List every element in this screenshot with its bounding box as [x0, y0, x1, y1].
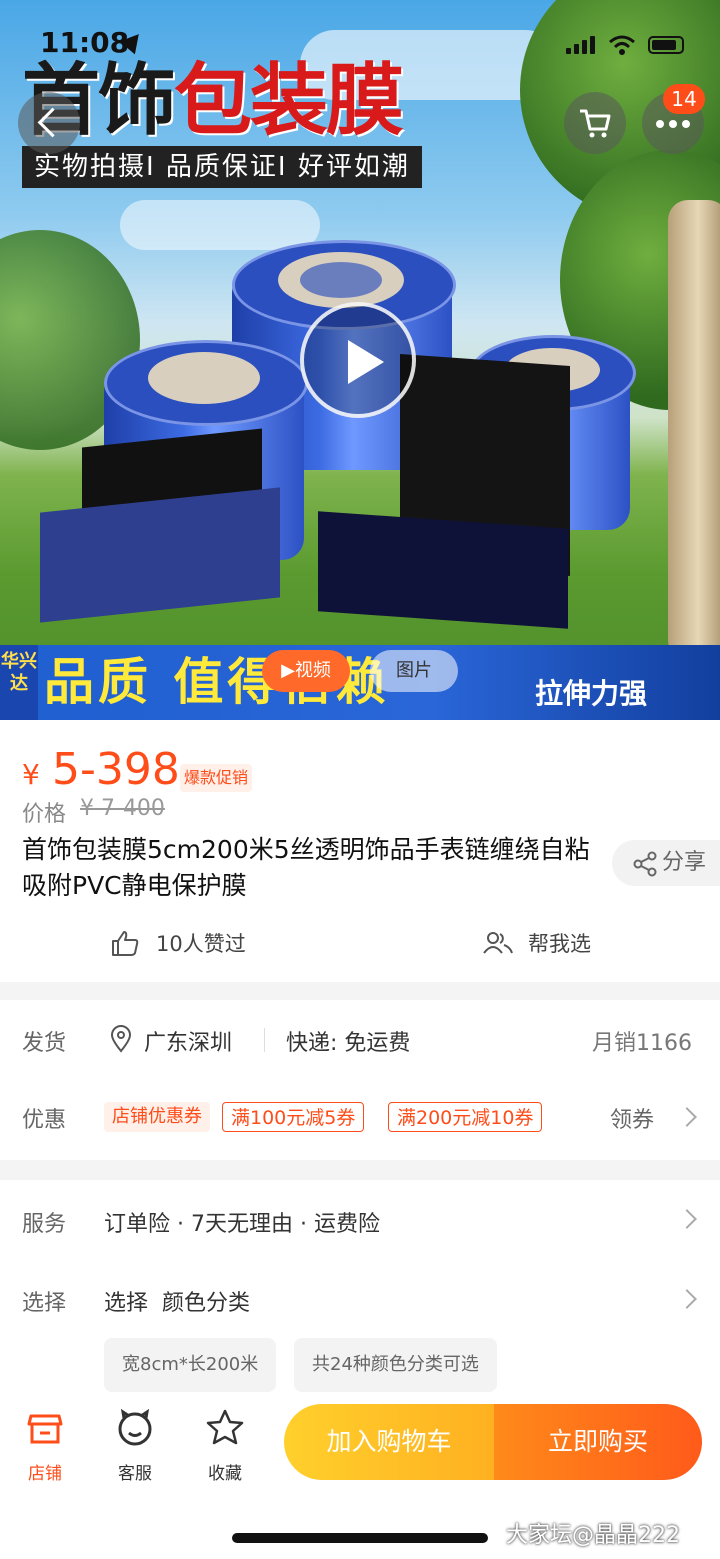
image-tab[interactable]: 图片	[370, 650, 458, 692]
share-button[interactable]: 分享	[612, 840, 720, 886]
jewelry-box-base	[40, 487, 280, 623]
more-dots-icon	[656, 120, 690, 128]
price-currency: ¥	[22, 758, 40, 791]
film-roll-core	[148, 352, 260, 404]
help-choose-label: 帮我选	[528, 932, 591, 956]
divider	[264, 1028, 265, 1052]
shop-coupon-tag[interactable]: 店铺优惠券	[104, 1102, 210, 1132]
ship-from-location: 广东深圳	[144, 1031, 233, 1056]
original-price: ¥ 7-400	[80, 796, 165, 821]
service-label: 服务	[22, 1212, 67, 1237]
tree-trunk	[668, 200, 720, 660]
select-label: 选择	[22, 1291, 67, 1316]
coupon-100-5[interactable]: 满100元减5券	[222, 1102, 365, 1132]
favorite-nav[interactable]: 收藏	[190, 1408, 260, 1484]
status-bar: 11:08	[0, 0, 720, 80]
cloud	[120, 200, 320, 250]
select-options[interactable]: 选择 颜色分类	[104, 1285, 250, 1317]
customer-service-icon	[118, 1408, 152, 1446]
likes-count: 10人赞过	[156, 932, 246, 956]
banner-brand: 华兴达	[0, 645, 38, 720]
star-icon	[206, 1409, 244, 1445]
delivery-info: 快递: 免运费	[286, 1031, 411, 1056]
wifi-icon	[609, 35, 635, 55]
promotion-label: 优惠	[22, 1108, 67, 1133]
notification-badge: 14	[663, 84, 705, 114]
video-tab[interactable]: ▶视频	[262, 650, 350, 692]
variant-count-chip[interactable]: 共24种颜色分类可选	[294, 1338, 497, 1392]
share-icon	[633, 851, 657, 877]
add-to-cart-button[interactable]: 加入购物车	[284, 1404, 494, 1480]
like-button[interactable]: 10人赞过	[110, 926, 270, 960]
status-time: 11:08	[40, 26, 130, 59]
share-label: 分享	[662, 850, 707, 875]
variant-chip[interactable]: 宽8cm*长200米	[104, 1338, 277, 1392]
cart-icon	[580, 109, 611, 138]
monthly-sales: 月销1166	[592, 1031, 692, 1056]
shop-label: 店铺	[28, 1464, 62, 1484]
claim-coupon-button[interactable]: 领券	[610, 1102, 654, 1134]
favorite-label: 收藏	[208, 1464, 242, 1484]
battery-icon	[648, 36, 684, 54]
customer-service-label: 客服	[118, 1464, 152, 1484]
play-video-button[interactable]	[300, 302, 416, 418]
jewelry-box-base	[318, 511, 568, 629]
coupon-200-10[interactable]: 满200元减10券	[388, 1102, 543, 1132]
people-icon	[483, 932, 513, 954]
service-guarantees[interactable]: 订单险 · 7天无理由 · 运费险	[104, 1206, 380, 1238]
product-title: 首饰包装膜5cm200米5丝透明饰品手表链缠绕自粘吸附PVC静电保护膜	[22, 835, 590, 900]
promo-subtitle: 实物拍摄I 品质保证I 好评如潮	[22, 146, 422, 188]
signal-icon	[566, 36, 596, 54]
help-choose-button[interactable]: 帮我选	[482, 926, 622, 960]
thumbs-up-icon	[112, 931, 139, 956]
home-indicator[interactable]	[232, 1533, 488, 1543]
original-price-label: 价格	[22, 802, 67, 827]
location-pin-icon	[110, 1025, 132, 1053]
film-roll-hole	[300, 262, 382, 298]
buy-now-button[interactable]: 立即购买	[494, 1404, 702, 1480]
shop-nav[interactable]: 店铺	[10, 1408, 80, 1484]
shop-icon	[27, 1414, 63, 1444]
back-arrow-icon	[37, 107, 68, 138]
shipping-promo-card	[0, 1000, 720, 1160]
customer-service-nav[interactable]: 客服	[100, 1408, 170, 1484]
promo-tag: 爆款促销	[180, 764, 253, 792]
price-value: 5-398	[52, 744, 180, 795]
back-button[interactable]	[18, 92, 80, 154]
shipping-label: 发货	[22, 1031, 67, 1056]
watermark: 大家坛@晶晶222	[506, 1523, 680, 1548]
cart-button[interactable]	[564, 92, 626, 154]
banner-feature: 拉伸力强	[535, 677, 648, 710]
